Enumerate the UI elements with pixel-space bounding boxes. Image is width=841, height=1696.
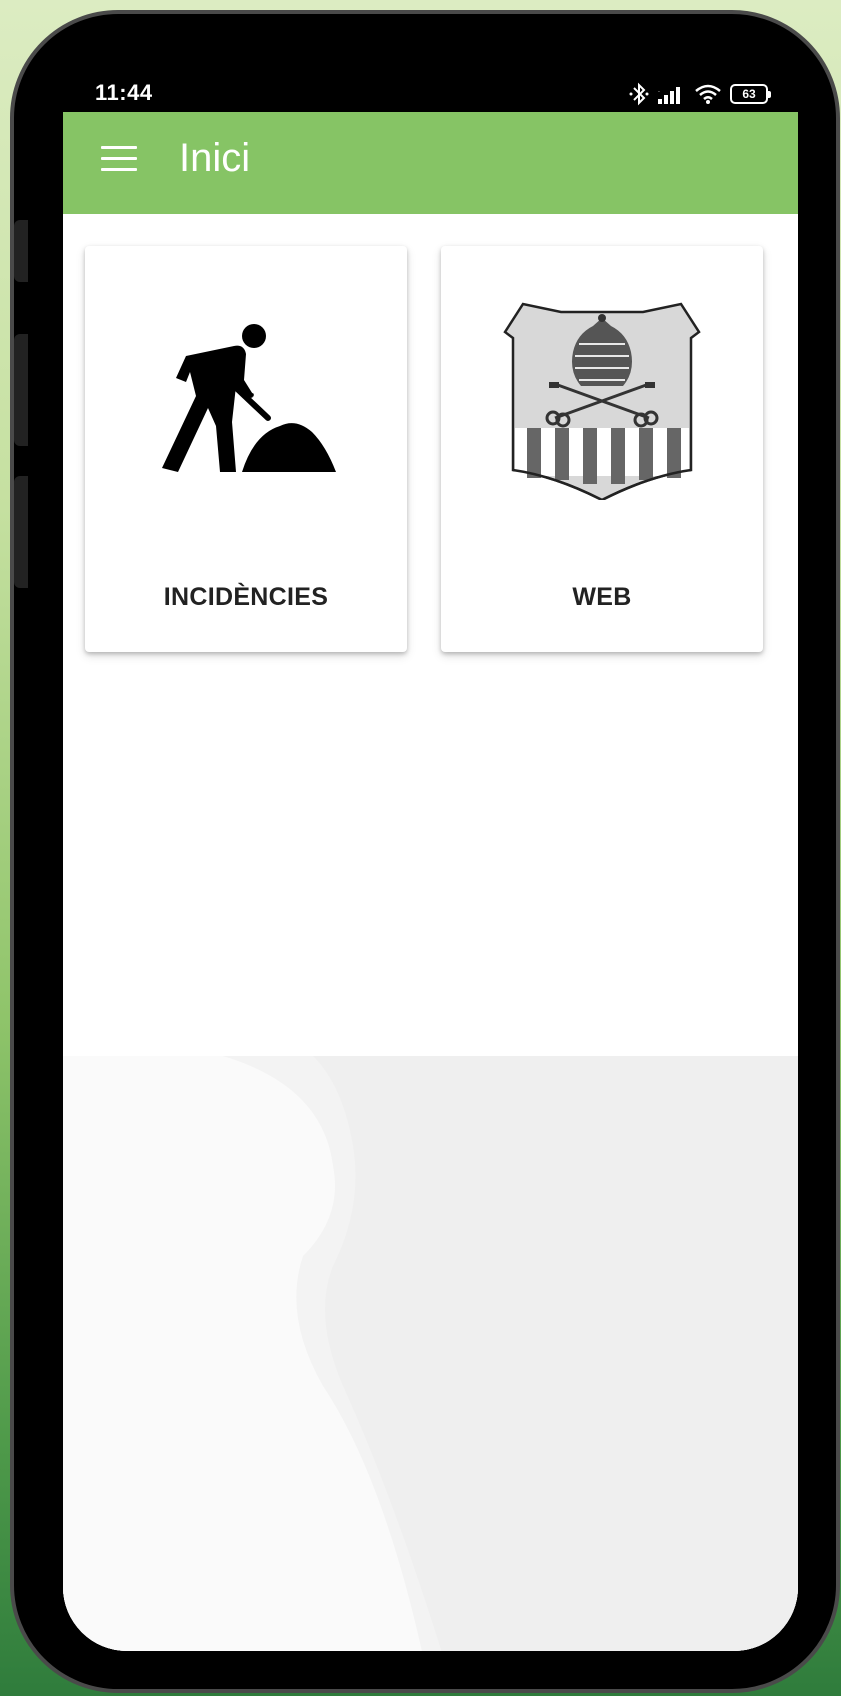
incidencies-card[interactable]: INCIDÈNCIES (85, 246, 407, 652)
background-art (63, 1056, 798, 1651)
signal-icon: . (658, 87, 680, 104)
page-title: Inici (179, 136, 251, 180)
coat-of-arms-icon (503, 302, 701, 500)
status-bar: 11:44 . 63 (63, 76, 798, 112)
svg-text:.: . (658, 87, 660, 94)
battery-icon: 63 (730, 84, 771, 104)
volume-up-button (14, 220, 28, 282)
web-label: WEB (572, 583, 632, 611)
status-icons: . 63 (628, 82, 771, 106)
worker-digging-icon (162, 324, 336, 472)
wifi-icon (695, 84, 721, 104)
status-time: 11:44 (95, 80, 153, 105)
battery-level: 63 (742, 87, 756, 101)
bluetooth-icon (629, 82, 649, 106)
hamburger-menu-icon[interactable] (101, 146, 137, 176)
app-bar: Inici (63, 112, 798, 214)
incidencies-label: INCIDÈNCIES (163, 583, 329, 611)
volume-down-button (14, 334, 28, 446)
power-button (14, 476, 28, 588)
app-screen: 11:44 . 63 Inici INCIDÈNCIES WEB (63, 76, 798, 1651)
main-content: INCIDÈNCIES WEB (63, 214, 798, 1651)
web-card[interactable]: WEB (441, 246, 763, 652)
